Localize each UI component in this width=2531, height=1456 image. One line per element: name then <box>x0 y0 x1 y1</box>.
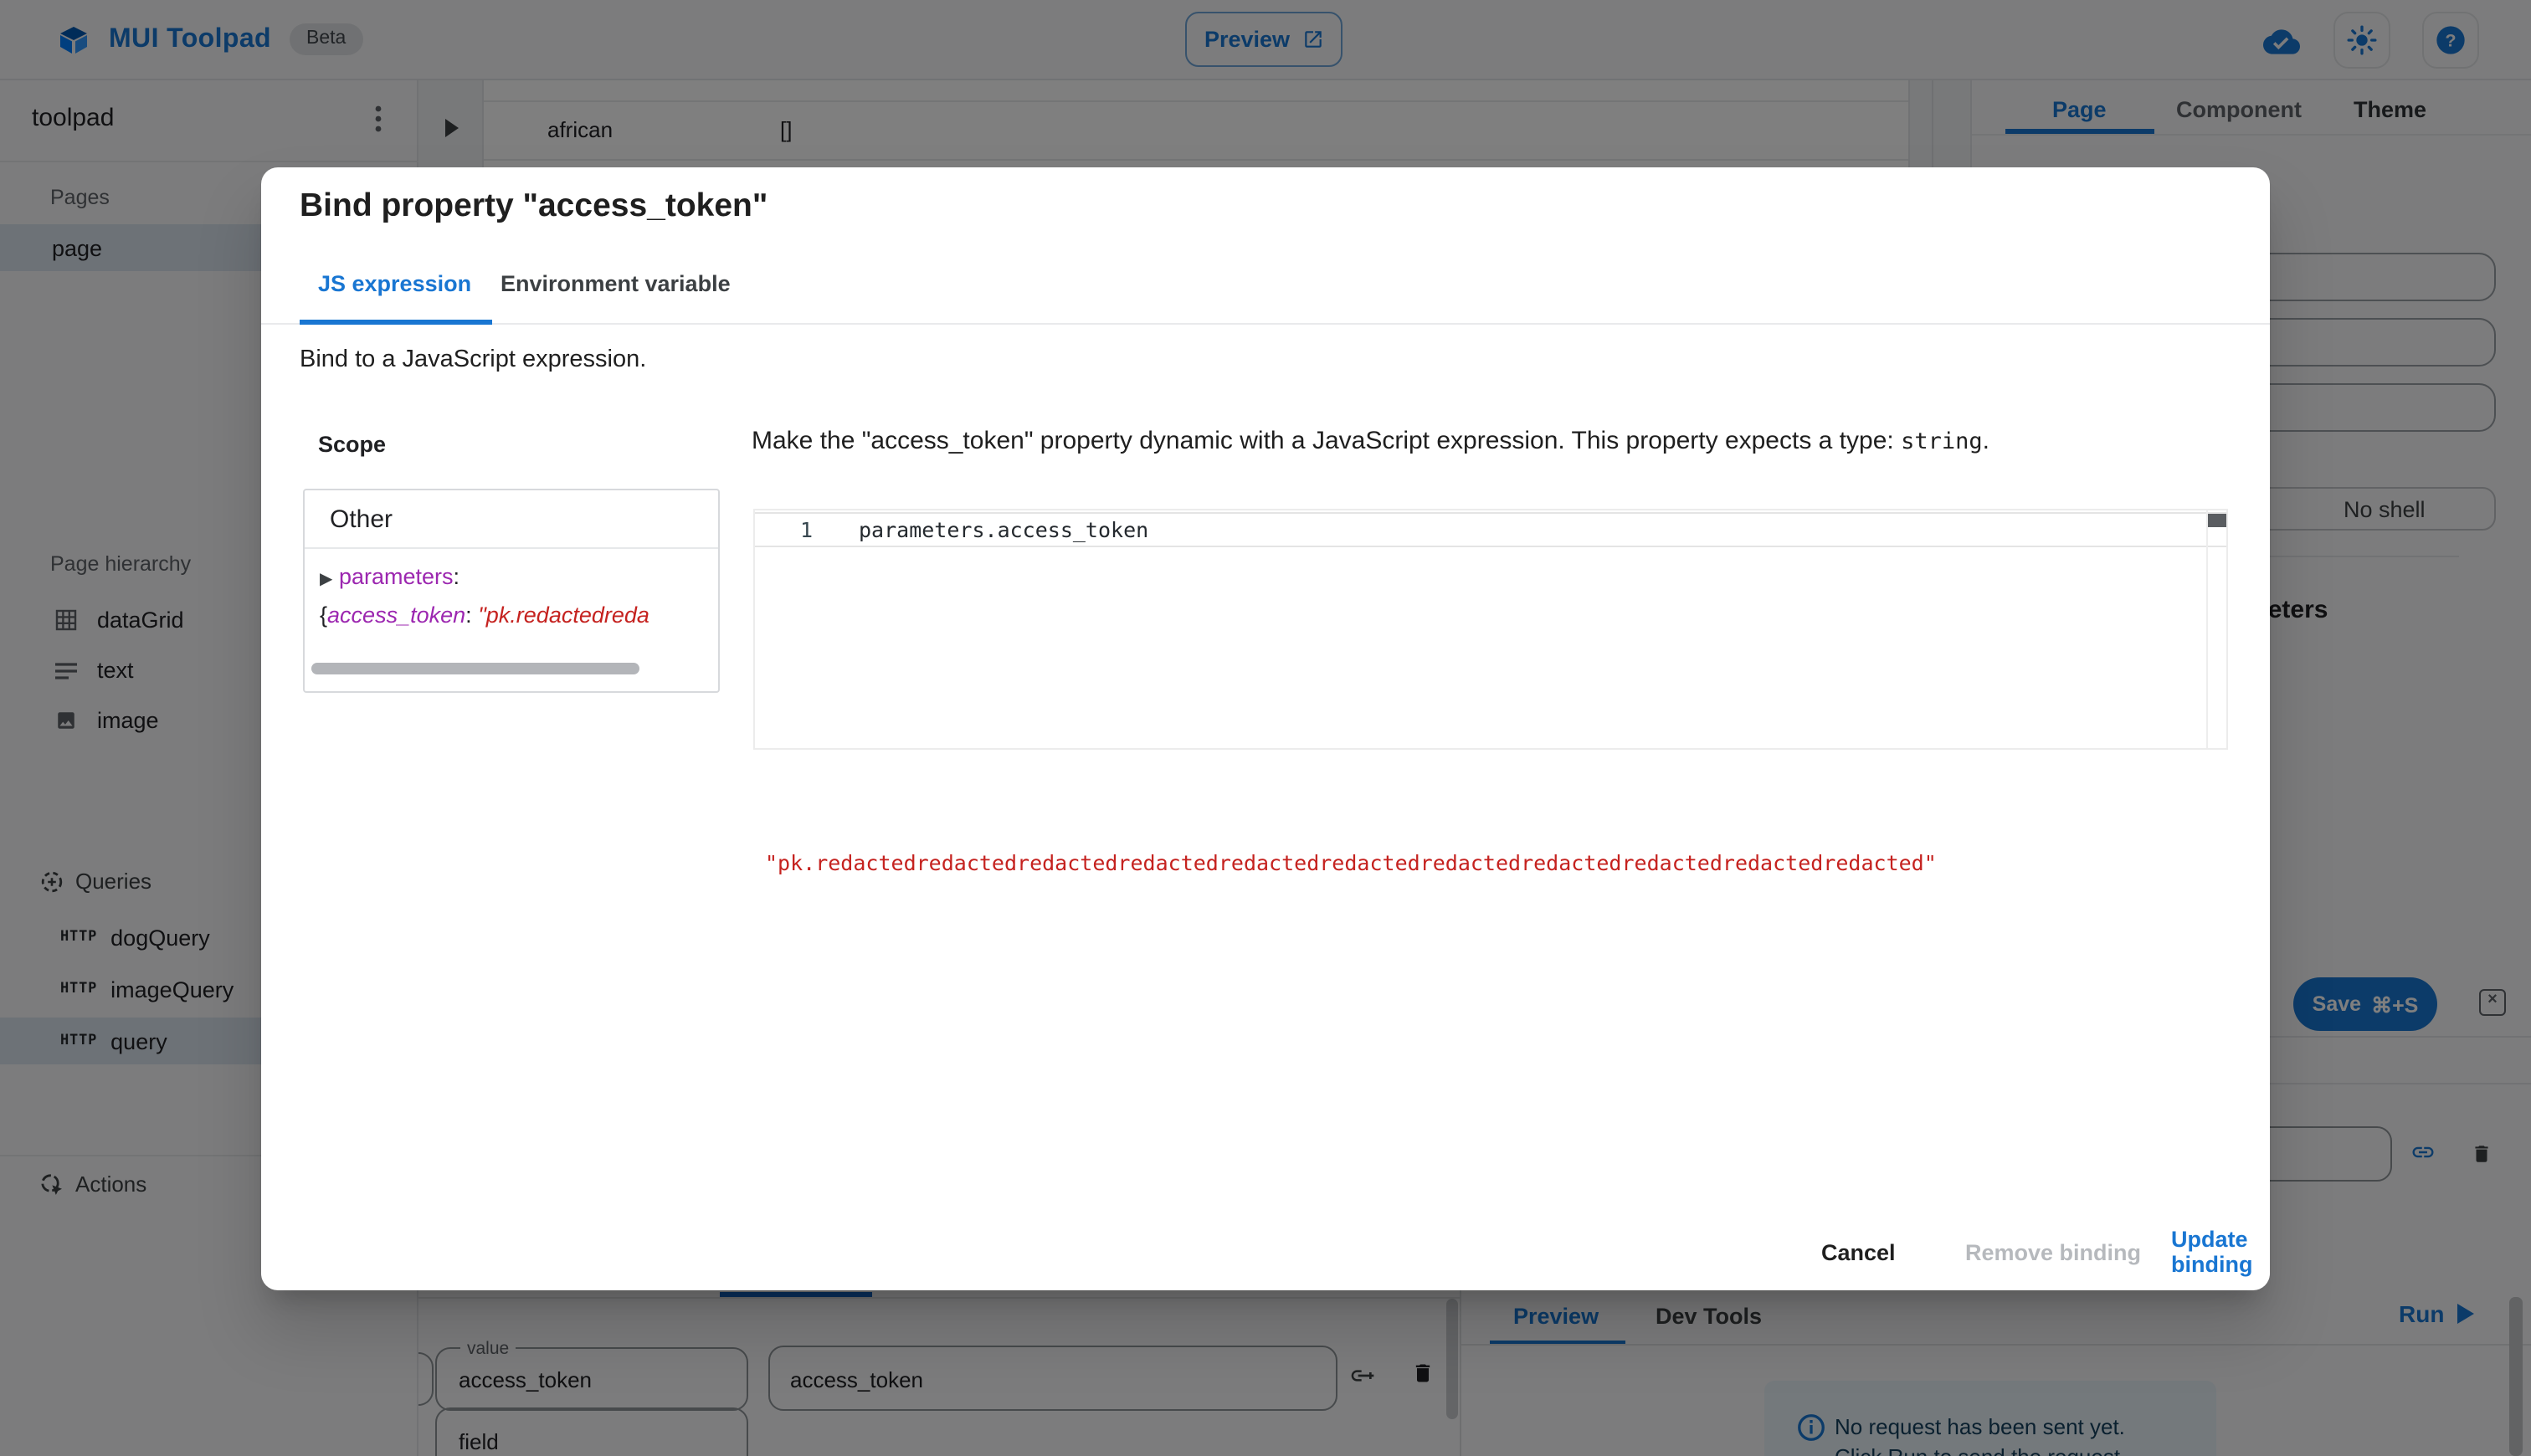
scope-group-label: Other <box>330 505 393 534</box>
dialog-subtitle: Bind to a JavaScript expression. <box>300 346 647 373</box>
remove-binding-button[interactable]: Remove binding <box>1943 1223 2163 1280</box>
active-tab-indicator <box>300 320 492 325</box>
scope-explorer: Other ▶ parameters: {access_token: "pk.r… <box>303 489 720 693</box>
cancel-button[interactable]: Cancel <box>1784 1223 1933 1280</box>
scrollbar-thumb[interactable] <box>311 663 639 674</box>
scrollbar-thumb[interactable] <box>2208 514 2226 527</box>
app-root: MUI Toolpad Beta Preview <box>0 0 2531 1456</box>
update-binding-button[interactable]: Update binding <box>2149 1223 2274 1280</box>
dialog-title: Bind property "access_token" <box>300 187 768 224</box>
line-number: 1 <box>800 517 814 542</box>
divider <box>261 323 2270 325</box>
expected-type: string <box>1901 428 1983 455</box>
tree-expand-icon[interactable]: ▶ <box>320 571 332 589</box>
binding-description: Make the "access_token" property dynamic… <box>752 427 1989 455</box>
tab-js-expression[interactable]: JS expression <box>318 271 471 296</box>
bind-property-dialog: Bind property "access_token" JS expressi… <box>261 167 2270 1290</box>
js-expression-editor[interactable]: 1 parameters.access_token <box>753 509 2228 750</box>
scope-tree-value: {access_token: "pk.redactedreda <box>320 602 649 628</box>
tab-environment-variable[interactable]: Environment variable <box>501 271 731 296</box>
divider <box>2206 510 2208 748</box>
divider <box>305 547 718 549</box>
code-content: parameters.access_token <box>859 517 1149 542</box>
scope-label: Scope <box>318 432 387 457</box>
scope-tree-node-parameters[interactable]: ▶ parameters: <box>320 564 459 589</box>
evaluated-result: "pk.redactedredactedredactedredactedreda… <box>765 850 1937 875</box>
